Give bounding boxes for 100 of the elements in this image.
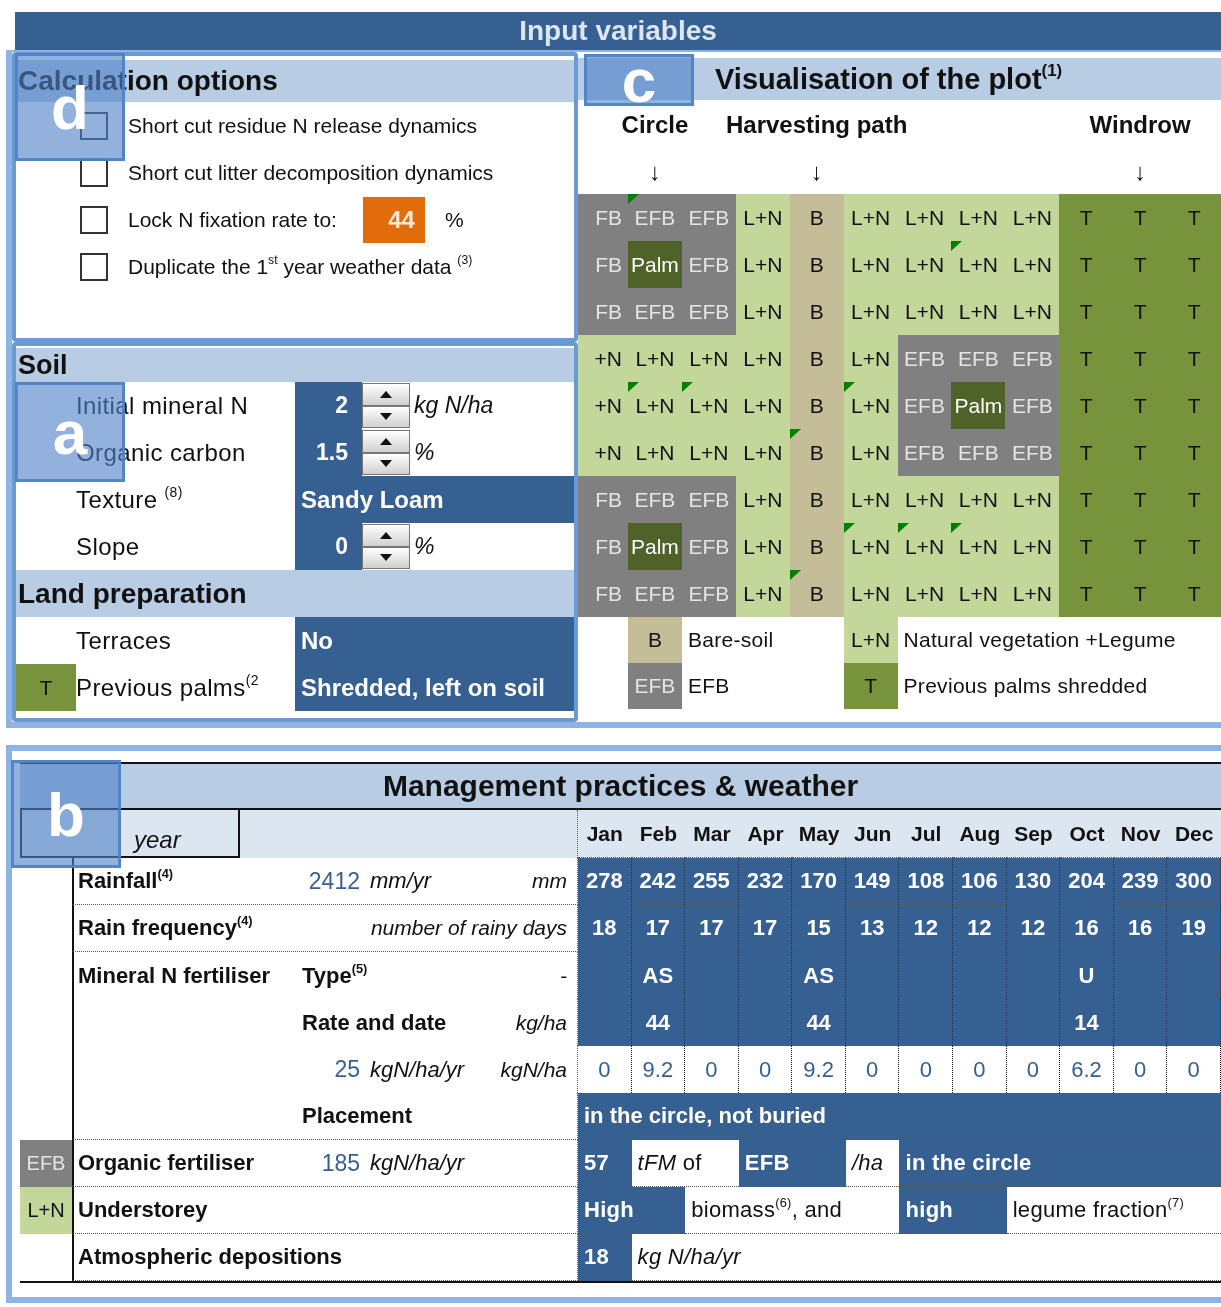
table-cell[interactable]: 12 (953, 905, 1007, 952)
table-cell[interactable] (1167, 999, 1221, 1046)
plot-cell: L+N (843, 241, 898, 288)
table-cell[interactable] (845, 999, 900, 1046)
table-cell[interactable]: 130 (1006, 858, 1061, 905)
table-cell[interactable]: 239 (1113, 858, 1168, 905)
table-cell[interactable]: AS (631, 952, 686, 999)
table-cell[interactable]: 44 (631, 999, 686, 1046)
table-cell[interactable] (1113, 952, 1168, 999)
table-cell[interactable] (738, 952, 793, 999)
plot-cell: L+N (843, 523, 898, 570)
plot-cell: T (1059, 570, 1114, 617)
spin-up-button[interactable] (362, 383, 410, 406)
table-cell[interactable]: 300 (1167, 858, 1221, 905)
column-label: Harvesting path (726, 111, 908, 139)
section-header: Land preparation (16, 570, 574, 617)
arrow-label: ↓ (810, 158, 823, 186)
plot-cell: T (1059, 476, 1114, 523)
table-cell[interactable]: 242 (631, 858, 686, 905)
table-cell[interactable] (1167, 952, 1221, 999)
plot-cell: L+N (1005, 476, 1060, 523)
table-cell[interactable] (899, 999, 954, 1046)
table-cell[interactable] (578, 952, 632, 999)
unit-label: % (444, 207, 464, 232)
select-field[interactable]: Shredded, left on soil (295, 664, 574, 711)
input-field[interactable]: 57 (578, 1140, 632, 1187)
spin-down-button[interactable] (362, 405, 410, 428)
table-cell[interactable] (953, 999, 1007, 1046)
row-label: Mineral N fertiliser (77, 962, 271, 989)
table-cell[interactable]: 149 (845, 858, 900, 905)
table-cell[interactable]: 17 (631, 905, 686, 952)
table-cell[interactable] (899, 952, 954, 999)
spin-up-button[interactable] (362, 524, 410, 547)
number-field[interactable]: 0 (295, 523, 362, 570)
plot-cell: L+N (951, 523, 1006, 570)
table-cell[interactable]: 15 (792, 905, 846, 952)
legend-swatch: EFB (628, 663, 682, 709)
table-cell[interactable] (578, 999, 632, 1046)
unit-label: kg N/ha (413, 391, 494, 420)
input-field[interactable]: High (578, 1187, 686, 1234)
table-cell[interactable]: 44 (792, 999, 846, 1046)
table-cell[interactable]: 13 (845, 905, 900, 952)
select-field[interactable]: No (295, 617, 574, 664)
table-cell[interactable]: U (1060, 952, 1114, 999)
plot-cell: T (1167, 335, 1221, 382)
plot-cell: T (1113, 429, 1168, 476)
select-field[interactable]: Sandy Loam (295, 476, 574, 523)
table-cell[interactable]: 204 (1060, 858, 1114, 905)
table-cell[interactable]: AS (792, 952, 846, 999)
table-cell[interactable] (1006, 999, 1061, 1046)
section-header: Visualisation of the plot$^{(1)}$ (715, 62, 1063, 96)
table-cell[interactable] (1113, 999, 1168, 1046)
input-field[interactable]: 18 (578, 1234, 632, 1281)
checkbox[interactable] (80, 158, 108, 187)
plot-cell: T (1167, 523, 1221, 570)
plot-cell: L+N (735, 523, 790, 570)
table-cell[interactable] (685, 999, 739, 1046)
checkbox[interactable] (80, 252, 108, 281)
plot-cell: L+N (1005, 288, 1060, 335)
table-cell[interactable]: 232 (738, 858, 793, 905)
checkbox[interactable] (80, 205, 108, 234)
table-cell[interactable]: 19 (1167, 905, 1221, 952)
plot-cell: T (1113, 335, 1168, 382)
section-header: Soil (16, 348, 574, 382)
table-cell[interactable]: 17 (685, 905, 739, 952)
table-cell[interactable] (738, 999, 793, 1046)
spin-down-button[interactable] (362, 452, 410, 475)
table-cell[interactable]: 16 (1060, 905, 1114, 952)
table-cell[interactable]: 12 (899, 905, 954, 952)
number-field[interactable]: 2 (295, 382, 362, 429)
table-cell[interactable] (1006, 952, 1061, 999)
plot-cell: EFB (681, 194, 736, 241)
table-cell[interactable]: 170 (792, 858, 846, 905)
legend-label: EFB (686, 673, 731, 699)
spin-up-button[interactable] (362, 430, 410, 453)
table-cell[interactable]: 255 (685, 858, 739, 905)
select-field[interactable]: in the circle, not buried (578, 1093, 1221, 1140)
comment-marker-icon (628, 194, 639, 204)
caret-down-icon (380, 460, 392, 468)
table-cell[interactable]: 18 (578, 905, 632, 952)
table-cell[interactable]: 17 (738, 905, 793, 952)
table-cell[interactable]: 14 (1060, 999, 1114, 1046)
number-field[interactable]: 1.5 (295, 429, 362, 476)
table-cell[interactable]: 278 (578, 858, 632, 905)
input-field[interactable]: EFB (738, 1140, 846, 1187)
table-cell[interactable] (953, 952, 1007, 999)
input-field[interactable]: high (899, 1187, 1007, 1234)
table-cell[interactable]: 12 (1006, 905, 1061, 952)
table-cell[interactable]: 108 (899, 858, 954, 905)
month-header: Jul (899, 810, 954, 858)
table-cell[interactable] (845, 952, 900, 999)
unit-label: number of rainy days (370, 916, 568, 940)
plot-cell: L+N (735, 335, 790, 382)
spin-down-button[interactable] (362, 546, 410, 569)
table-cell[interactable]: 16 (1113, 905, 1168, 952)
input-field[interactable]: in the circle (899, 1140, 1221, 1187)
plot-cell: L+N (843, 335, 898, 382)
table-cell[interactable]: 106 (953, 858, 1007, 905)
legend-swatch: L+N (843, 617, 898, 663)
table-cell[interactable] (685, 952, 739, 999)
